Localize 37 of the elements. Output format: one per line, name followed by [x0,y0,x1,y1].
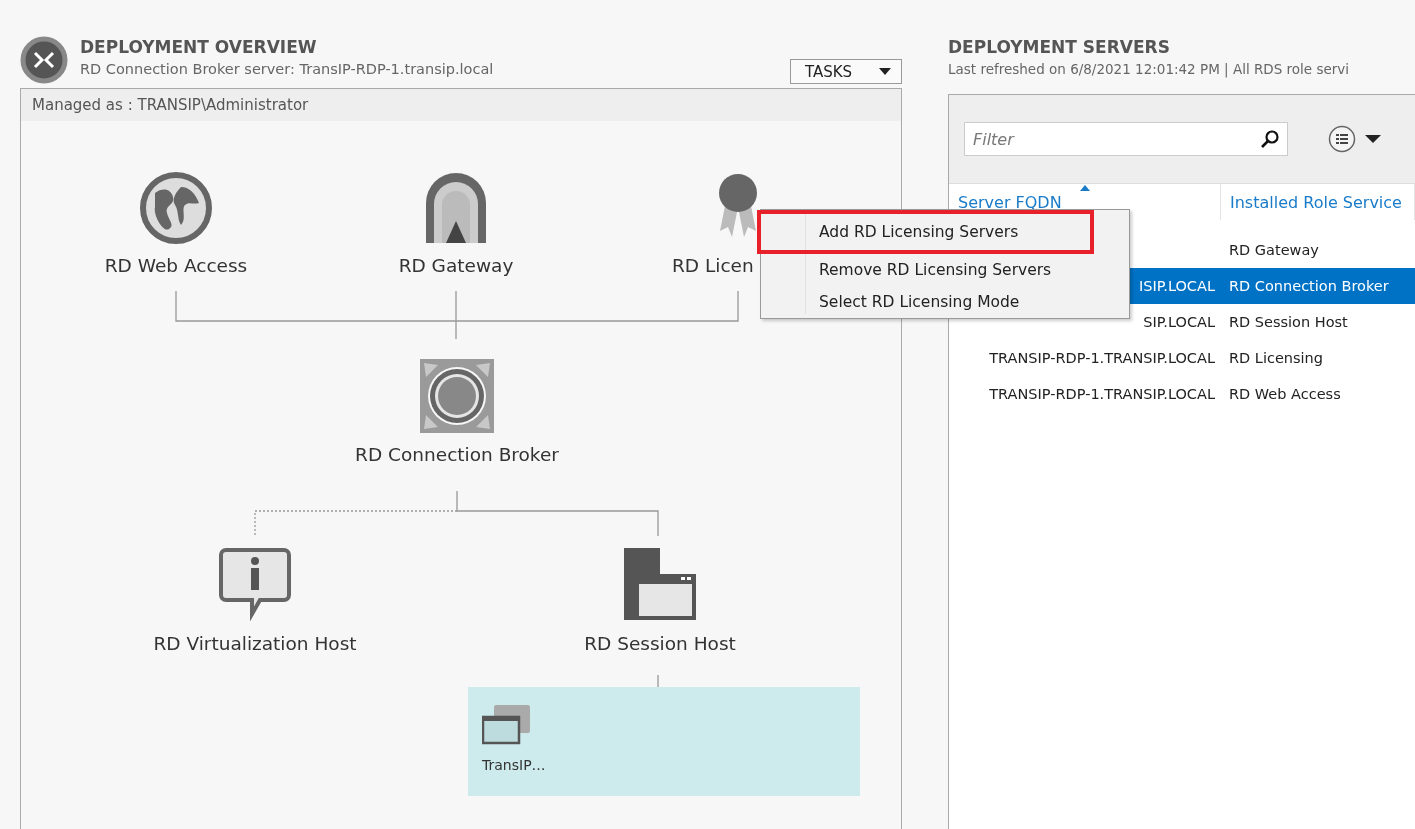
tasks-button[interactable]: TASKS [790,59,902,84]
role-label: RD Gateway [398,255,514,276]
menu-item[interactable]: Add RD Licensing Servers [757,210,1094,254]
table-cell-text: RD Web Access [1228,385,1342,404]
role-label: RD Virtualization Host [153,633,357,654]
role-label: RD Connection Broker [355,444,559,465]
section-title: DEPLOYMENT SERVERS [948,36,1171,58]
table-cell: TRANSIP-RDP-1.TRANSIP.LOCAL [989,350,1215,366]
managed-as-text: Managed as : TRANSIP\Administrator [21,89,901,121]
collection-label: TransIP… [482,757,547,773]
search-icon [1261,130,1279,148]
table-row[interactable]: TRANSIP-RDP-1.TRANSIP.LOCAL RD Licensing [949,340,1415,376]
table-cell-text: RD Session Host [1228,313,1349,332]
info-bubble-icon [218,547,292,621]
section-title: DEPLOYMENT OVERVIEW [80,36,318,58]
section-subtitle: Last refreshed on 6/8/2021 12:01:42 PM | All RDS role servi [948,60,1351,80]
filter-field[interactable]: Filter [964,122,1288,156]
table-row[interactable]: TRANSIP-RDP-1.TRANSIP.LOCAL RD Web Access [949,376,1415,412]
table-cell: ISIP.LOCAL [1139,278,1215,294]
globe-icon [139,171,213,245]
table-cell-text: RD Licensing [1228,349,1325,368]
table-cell: SIP.LOCAL [1143,314,1215,330]
tunnel-icon [424,171,488,243]
windows-icon [623,547,697,621]
role-label: RD Licen [672,255,754,276]
windows-icon [482,705,530,745]
table-cell-text: RD Connection Broker [1228,277,1390,296]
connector-line [657,674,659,688]
role-label: RD Web Access [104,255,248,276]
table-cell: TRANSIP-RDP-1.TRANSIP.LOCAL [989,386,1215,402]
column-header[interactable]: Installed Role Service [1221,184,1415,220]
collection-tile[interactable]: TransIP… [468,687,860,796]
role-label: RD Session Host [584,633,736,654]
table-cell-text: RD Gateway [1228,241,1320,260]
section-subtitle: RD Connection Broker server: TransIP-RDP-1.transip.local [80,60,495,79]
connection-broker-icon [420,359,494,433]
caret-icon [879,67,891,76]
